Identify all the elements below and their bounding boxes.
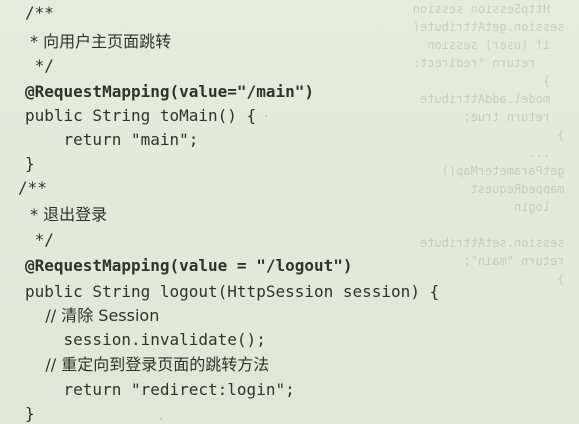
code-line-10: */ <box>25 230 54 249</box>
code-line-8: /** <box>18 178 47 197</box>
code-line-13: // 清除 Session <box>25 306 160 325</box>
code-line-2: * 向用户主页面跳转 <box>25 32 172 51</box>
speck <box>160 418 162 420</box>
code-line-6: return "main"; <box>25 130 199 149</box>
code-line-4: @RequestMapping(value="/main") <box>25 82 314 101</box>
code-line-11: @RequestMapping(value = "/logout") <box>25 256 353 275</box>
speck <box>265 115 267 117</box>
code-line-1: /** <box>25 3 54 22</box>
code-line-9: * 退出登录 <box>25 205 108 224</box>
code-block: /** * 向用户主页面跳转 */ @RequestMapping(value=… <box>0 0 579 423</box>
code-line-3: */ <box>25 56 54 75</box>
code-line-12: public String logout(HttpSession session… <box>25 282 440 301</box>
code-page: HttpSession session session.getAttribute… <box>0 0 579 423</box>
code-line-17: } <box>25 404 35 423</box>
code-line-5: public String toMain() { <box>25 106 257 125</box>
code-line-16: return "redirect:login"; <box>25 380 295 399</box>
code-line-14: session.invalidate(); <box>25 330 266 349</box>
code-line-7: } <box>25 154 35 173</box>
code-line-15: // 重定向到登录页面的跳转方法 <box>25 355 270 374</box>
